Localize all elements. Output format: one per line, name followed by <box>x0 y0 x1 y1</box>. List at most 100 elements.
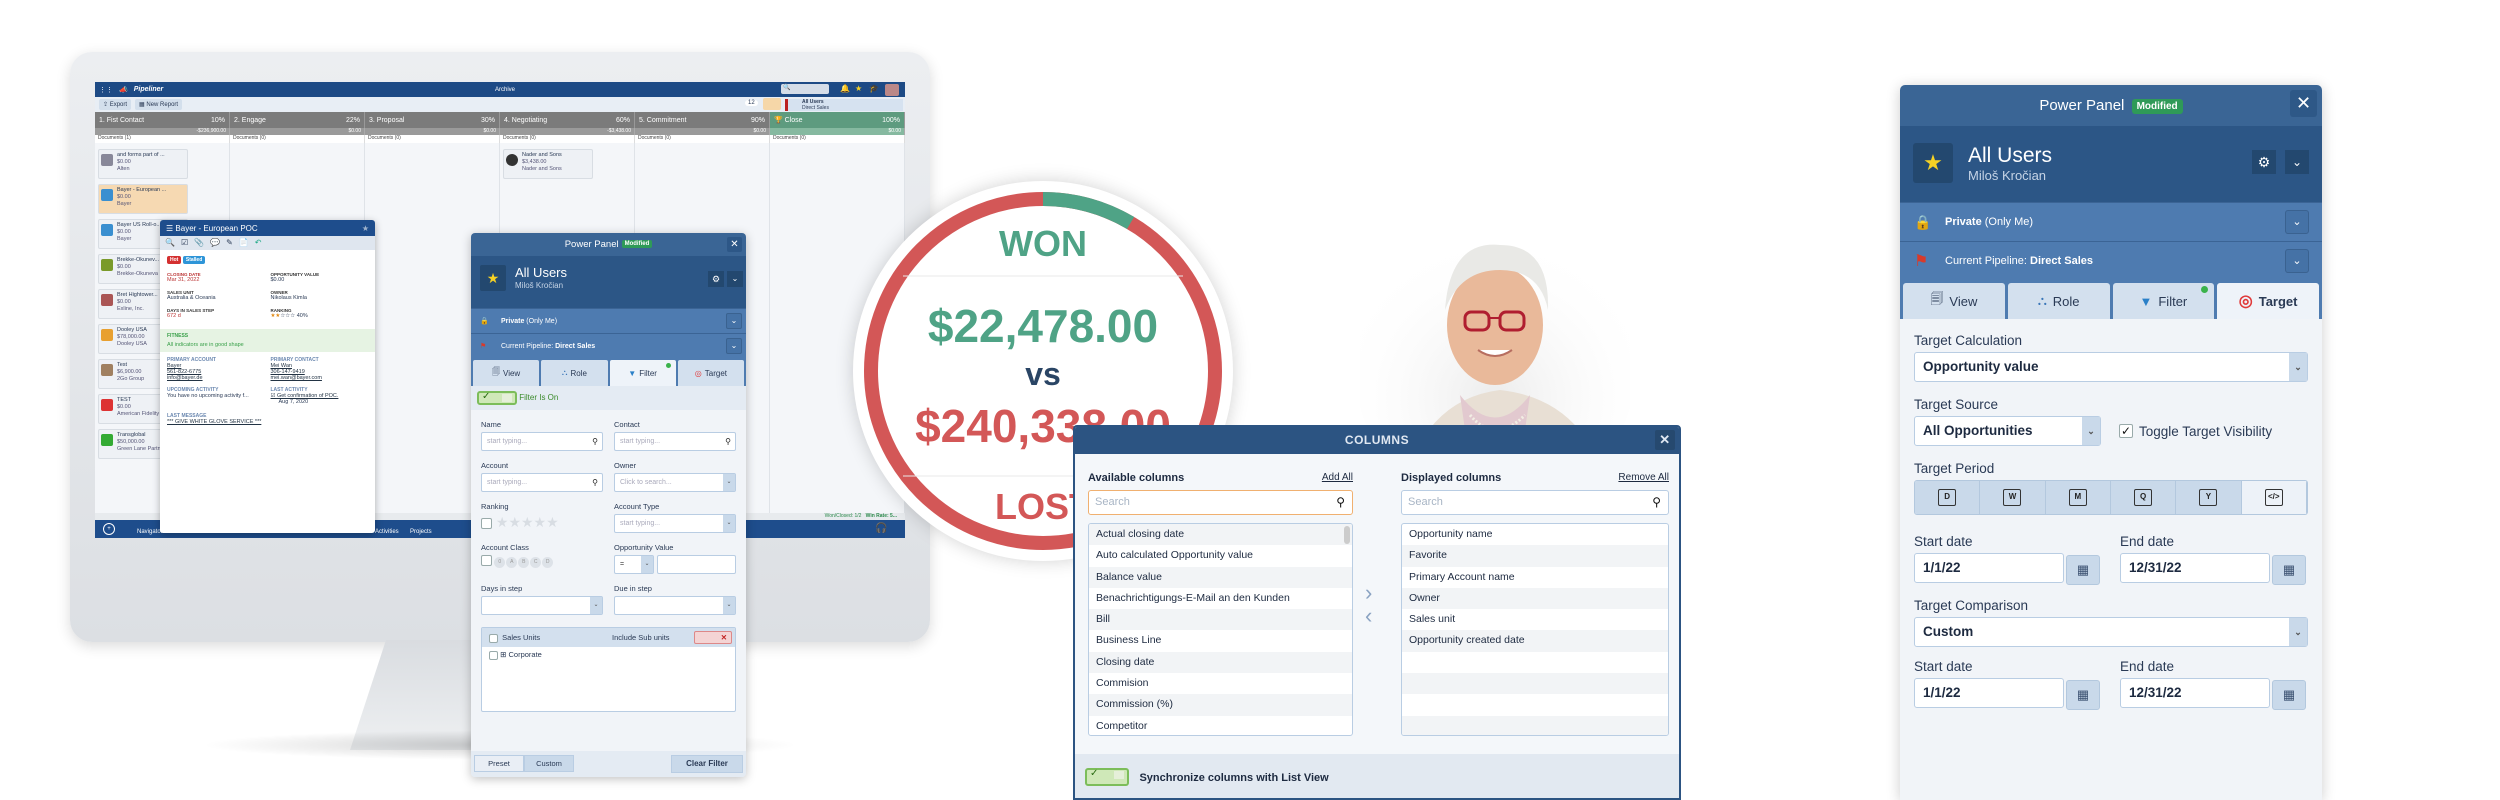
custom-button[interactable]: Custom <box>524 755 574 772</box>
documents-toggle[interactable]: Documents (0) <box>770 135 905 143</box>
stage-header[interactable]: 3. Proposal 30% <box>365 112 500 128</box>
pipeline-row[interactable]: ⚑ Current Pipeline: Direct Sales ⌄ <box>1900 241 2322 280</box>
bell-icon[interactable]: 🔔 <box>840 84 850 93</box>
class-chip[interactable]: D <box>542 556 554 568</box>
gear-icon[interactable]: ⚙ <box>2252 150 2276 174</box>
displayed-column-item[interactable]: Opportunity created date <box>1402 630 1668 652</box>
star-icon[interactable]: ★ <box>1913 143 1953 183</box>
nav-projects[interactable]: Projects <box>410 529 432 535</box>
megaphone-icon[interactable]: 📣 <box>119 86 128 94</box>
calendar-icon[interactable]: ▦ <box>2066 555 2100 585</box>
tab-filter[interactable]: ▼ Filter <box>609 360 676 386</box>
opp-value-input[interactable] <box>657 555 736 574</box>
contact-filter-input[interactable]: start typing... ⚲ <box>614 432 736 451</box>
period-custom-button[interactable]: </> <box>2241 481 2307 514</box>
opp-value-operator[interactable]: = ⌄ <box>614 555 654 574</box>
export-button[interactable]: ⇪ Export <box>99 99 132 110</box>
attachment-icon[interactable]: 📎 <box>194 238 204 248</box>
chevron-down-icon[interactable]: ⌄ <box>2285 150 2309 174</box>
search-icon[interactable]: 🔍 <box>165 238 175 248</box>
available-column-item[interactable]: Balance value <box>1089 566 1352 588</box>
filter-toggle[interactable] <box>477 391 517 405</box>
displayed-column-item[interactable]: Opportunity name <box>1402 524 1668 545</box>
available-column-item[interactable]: Commision <box>1089 673 1352 694</box>
chevron-down-icon[interactable]: ⌄ <box>726 313 742 329</box>
include-sub-units-toggle[interactable]: ✕ <box>694 631 732 644</box>
available-column-item[interactable]: Bill <box>1089 609 1352 631</box>
move-left-arrow[interactable]: ‹ <box>1365 603 1372 629</box>
account-class-filter[interactable]: 0ABCD <box>481 555 603 574</box>
stage-header[interactable]: 4. Negotiating 60% <box>500 112 635 128</box>
new-report-button[interactable]: ▦ New Report <box>135 99 183 110</box>
period-day-button[interactable]: D <box>1915 481 1981 514</box>
close-button[interactable]: ✕ <box>727 237 742 252</box>
favorite-star-icon[interactable]: ★ <box>362 224 369 233</box>
displayed-column-item[interactable]: Favorite <box>1402 545 1668 567</box>
available-column-item[interactable]: Closing date <box>1089 651 1352 674</box>
apps-grid-icon[interactable]: ⋮⋮ <box>99 86 113 94</box>
view-switch-button[interactable] <box>763 98 781 110</box>
chevron-down-icon[interactable]: ⌄ <box>2285 210 2309 234</box>
add-all-link[interactable]: Add All <box>1322 472 1353 484</box>
nav-navigator[interactable]: Navigator <box>137 529 163 535</box>
displayed-search-input[interactable]: Search ⚲ <box>1401 490 1669 515</box>
documents-toggle[interactable]: Documents (0) <box>365 135 500 143</box>
displayed-column-item[interactable]: Sales unit <box>1402 609 1668 630</box>
tab-target[interactable]: ◎ Target <box>2217 283 2319 319</box>
period-year-button[interactable]: Y <box>2176 481 2242 514</box>
toggle-target-visibility-checkbox[interactable]: ✓ <box>2119 424 2133 438</box>
period-month-button[interactable]: M <box>2045 481 2111 514</box>
displayed-column-item[interactable]: Owner <box>1402 587 1668 610</box>
days-in-step-select[interactable]: ⌄ <box>481 596 603 615</box>
documents-toggle[interactable]: Documents (1) <box>95 135 230 143</box>
nav-activities[interactable]: Activities <box>375 529 399 535</box>
chevron-down-icon[interactable]: ⌄ <box>726 338 742 354</box>
task-icon[interactable]: ☑ <box>181 238 188 248</box>
stage-header[interactable]: 1. Fist Contact 10% <box>95 112 230 128</box>
chevron-down-icon[interactable]: ⌄ <box>727 271 743 287</box>
account-class-checkbox[interactable] <box>481 555 492 566</box>
academy-icon[interactable]: 🎓 <box>869 84 879 93</box>
comparison-start-date-input[interactable]: 1/1/22 <box>1914 678 2064 708</box>
ranking-checkbox[interactable] <box>481 517 492 529</box>
available-column-item[interactable]: Commission (%) <box>1089 694 1352 716</box>
gear-icon[interactable]: ⚙ <box>708 271 724 287</box>
close-button[interactable]: ✕ <box>2290 90 2317 117</box>
available-column-item[interactable]: Benachrichtigungs-E-Mail an den Kunden <box>1089 588 1352 609</box>
message-icon[interactable]: 💬 <box>210 238 220 248</box>
stage-header[interactable]: 5. Commitment 90% <box>635 112 770 128</box>
remove-all-link[interactable]: Remove All <box>1618 472 1669 484</box>
privacy-row[interactable]: 🔒 Private (Only Me) ⌄ <box>1900 202 2322 241</box>
available-column-item[interactable]: Actual closing date <box>1089 524 1352 546</box>
user-avatar[interactable] <box>885 84 899 96</box>
document-icon[interactable]: 📄 <box>239 238 249 248</box>
start-date-input[interactable]: 1/1/22 <box>1914 553 2064 583</box>
period-quarter-button[interactable]: Q <box>2110 481 2177 514</box>
sync-columns-toggle[interactable] <box>1085 768 1129 786</box>
due-in-step-select[interactable]: ⌄ <box>614 596 736 615</box>
expand-icon[interactable]: ⊞ <box>500 650 506 659</box>
available-search-input[interactable]: Search ⚲ <box>1088 490 1353 515</box>
class-chip[interactable]: B <box>518 556 530 568</box>
available-column-item[interactable]: Auto calculated Opportunity value <box>1089 545 1352 566</box>
end-date-input[interactable]: 12/31/22 <box>2120 553 2270 583</box>
documents-toggle[interactable]: Documents (0) <box>230 135 365 143</box>
tab-filter[interactable]: ▼ Filter <box>2112 283 2215 319</box>
stage-header-close[interactable]: 🏆 Close 100% <box>770 112 905 128</box>
calendar-icon[interactable]: ▦ <box>2066 680 2100 710</box>
select-all-units-checkbox[interactable] <box>489 633 498 643</box>
comparison-end-date-input[interactable]: 12/31/22 <box>2120 678 2270 708</box>
owner-filter-select[interactable]: Click to search... ⌄ <box>614 473 736 492</box>
class-chip[interactable]: C <box>530 556 542 568</box>
opportunity-card[interactable]: Nader and Sons $3,438.00 Nader and Sons <box>503 149 593 179</box>
preset-button[interactable]: Preset <box>474 755 524 772</box>
calendar-icon[interactable]: ▦ <box>2272 680 2306 710</box>
available-column-item[interactable]: Business Line <box>1089 630 1352 651</box>
ranking-filter[interactable]: ★★★★★ <box>481 514 603 533</box>
privacy-row[interactable]: 🔒 Private (Only Me) ⌄ <box>471 308 746 333</box>
pipeline-row[interactable]: ⚑ Current Pipeline: Direct Sales ⌄ <box>471 333 746 358</box>
star-icon[interactable]: ★ <box>480 265 506 291</box>
calendar-icon[interactable]: ▦ <box>2272 555 2306 585</box>
favorites-star-icon[interactable]: ★ <box>855 84 862 93</box>
user-pipeline-selector[interactable]: All Users Direct Sales <box>785 99 903 111</box>
